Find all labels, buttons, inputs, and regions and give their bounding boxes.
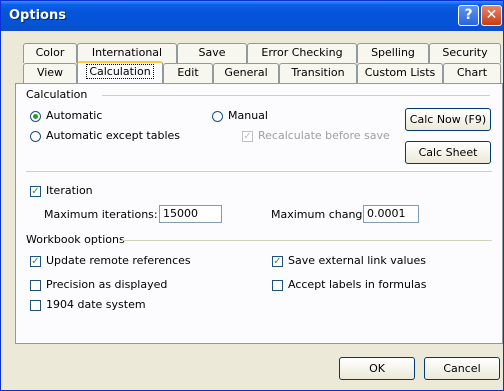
ok-button[interactable]: OK (339, 357, 415, 380)
tab-spelling[interactable]: Spelling (357, 43, 429, 63)
recalculate-before-save-label[interactable]: Recalculate before save (258, 129, 390, 142)
workbook-options-group-label: Workbook options (26, 233, 125, 246)
precision-as-displayed-checkbox[interactable] (30, 280, 41, 291)
calculation-panel: Calculation Automatic Automatic except t… (15, 83, 503, 344)
tab-label: Edit (177, 66, 199, 79)
tab-label: Transition (291, 66, 345, 79)
accept-labels-in-formulas-checkbox[interactable] (272, 280, 283, 291)
tab-label: Color (35, 46, 65, 59)
iteration-label[interactable]: Iteration (46, 184, 93, 197)
tab-error-checking[interactable]: Error Checking (247, 43, 357, 63)
close-button[interactable]: ✕ (481, 5, 502, 26)
divider (26, 171, 492, 172)
tab-label: Chart (456, 66, 488, 79)
dialog-title: Options (9, 8, 66, 23)
max-iterations-label: Maximum iterations: (44, 208, 158, 221)
group-divider (122, 240, 492, 241)
calculation-group-label: Calculation (26, 88, 88, 101)
accept-labels-in-formulas-label[interactable]: Accept labels in formulas (288, 278, 427, 291)
iteration-checkbox[interactable]: ✓ (30, 186, 41, 197)
group-divider (102, 95, 490, 96)
tab-save[interactable]: Save (177, 43, 247, 63)
tab-label: Spelling (371, 46, 415, 59)
tab-label: Custom Lists (364, 66, 436, 79)
options-dialog: Options ? ✕ Color International Save Err… (0, 0, 504, 391)
max-change-input[interactable]: 0.0001 (363, 205, 419, 223)
help-button[interactable]: ? (458, 5, 479, 26)
tab-calculation[interactable]: Calculation (77, 61, 163, 83)
tab-color[interactable]: Color (23, 43, 77, 63)
automatic-radio[interactable] (30, 111, 41, 122)
title-bar[interactable]: Options ? ✕ (1, 1, 503, 31)
calc-now-button[interactable]: Calc Now (F9) (405, 108, 491, 131)
max-iterations-input[interactable]: 15000 (159, 205, 222, 223)
recalculate-before-save-checkbox[interactable]: ✓ (242, 131, 253, 142)
save-external-link-values-checkbox[interactable]: ✓ (272, 256, 283, 267)
manual-label[interactable]: Manual (228, 109, 268, 122)
manual-radio[interactable] (212, 111, 223, 122)
tab-label: Calculation (86, 64, 154, 79)
tab-chart[interactable]: Chart (443, 63, 501, 83)
precision-as-displayed-label[interactable]: Precision as displayed (46, 278, 167, 291)
tab-label: Error Checking (261, 46, 343, 59)
tab-custom-lists[interactable]: Custom Lists (357, 63, 443, 83)
tab-label: View (36, 66, 64, 79)
update-remote-references-label[interactable]: Update remote references (46, 254, 191, 267)
1904-date-system-checkbox[interactable] (30, 300, 41, 311)
tab-general[interactable]: General (213, 63, 279, 83)
automatic-except-tables-radio[interactable] (30, 131, 41, 142)
tab-view[interactable]: View (23, 63, 77, 83)
1904-date-system-label[interactable]: 1904 date system (46, 298, 146, 311)
tab-label: Save (198, 46, 226, 59)
calc-sheet-button[interactable]: Calc Sheet (405, 141, 491, 164)
tab-label: Security (442, 46, 488, 59)
tab-security[interactable]: Security (429, 43, 501, 63)
tab-edit[interactable]: Edit (163, 63, 213, 83)
tab-label: International (91, 46, 163, 59)
tab-label: General (224, 66, 268, 79)
automatic-except-tables-label[interactable]: Automatic except tables (46, 129, 180, 142)
save-external-link-values-label[interactable]: Save external link values (288, 254, 426, 267)
tab-transition[interactable]: Transition (279, 63, 357, 83)
cancel-button[interactable]: Cancel (424, 357, 500, 380)
automatic-label[interactable]: Automatic (46, 109, 102, 122)
max-change-label: Maximum change: (271, 208, 373, 221)
tab-international[interactable]: International (77, 43, 177, 63)
update-remote-references-checkbox[interactable]: ✓ (30, 256, 41, 267)
